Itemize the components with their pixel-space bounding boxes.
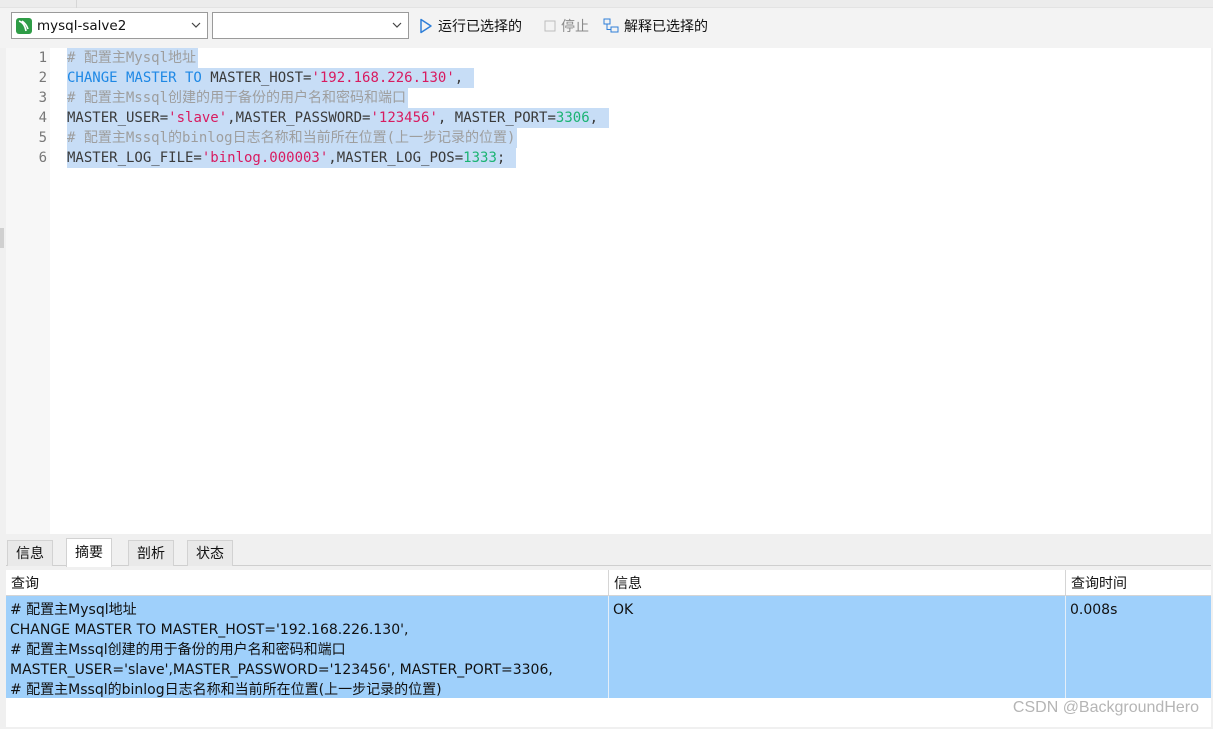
tab-profile[interactable]: 剖析 bbox=[128, 540, 174, 566]
code-token: '192.168.226.130' bbox=[311, 70, 455, 86]
stop-icon bbox=[544, 20, 556, 32]
code-line: CHANGE MASTER TO MASTER_HOST='192.168.22… bbox=[67, 68, 474, 88]
query-cell[interactable]: # 配置主Mysql地址 CHANGE MASTER TO MASTER_HOS… bbox=[6, 596, 609, 698]
line-number: 4 bbox=[38, 110, 47, 126]
code-token: MASTER_LOG_FILE= bbox=[67, 150, 202, 166]
code-token: '123456' bbox=[370, 110, 438, 126]
time-value: 0.008s bbox=[1070, 602, 1118, 618]
chevron-down-icon bbox=[191, 22, 201, 28]
info-cell[interactable]: OK bbox=[609, 596, 1066, 698]
connection-select-value: mysql-salve2 bbox=[37, 17, 127, 34]
code-token: MASTER_HOST= bbox=[210, 70, 312, 86]
connection-select[interactable]: mysql-salve2 bbox=[11, 12, 208, 39]
code-token: ,MASTER_PASSWORD= bbox=[227, 110, 371, 126]
line-number: 5 bbox=[38, 130, 47, 146]
column-header-info[interactable]: 信息 bbox=[609, 570, 1066, 596]
query-line: CHANGE MASTER TO MASTER_HOST='192.168.22… bbox=[10, 622, 409, 638]
table-row[interactable]: # 配置主Mysql地址 CHANGE MASTER TO MASTER_HOS… bbox=[6, 596, 1211, 698]
query-line: MASTER_USER='slave',MASTER_PASSWORD='123… bbox=[10, 662, 553, 678]
sql-editor[interactable]: 1 2 3 4 5 6 # 配置主Mysql地址 CHANGE MASTER T… bbox=[6, 48, 1211, 534]
code-token: # 配置主Mssql的binlog日志名称和当前所在位置(上一步记录的位置) bbox=[67, 130, 516, 146]
explain-tree-icon bbox=[603, 18, 619, 33]
play-icon bbox=[420, 18, 432, 34]
database-select[interactable] bbox=[212, 12, 409, 39]
code-line: MASTER_USER='slave',MASTER_PASSWORD='123… bbox=[67, 108, 609, 128]
code-line: # 配置主Mssql创建的用于备份的用户名和密码和端口 bbox=[67, 88, 408, 108]
watermark: CSDN @BackgroundHero bbox=[1012, 699, 1199, 716]
code-token: , bbox=[589, 110, 607, 126]
explain-selected-button[interactable]: 解释已选择的 bbox=[603, 16, 708, 36]
line-number-gutter: 1 2 3 4 5 6 bbox=[6, 48, 50, 534]
column-header-query[interactable]: 查询 bbox=[6, 570, 609, 596]
code-token: 3306 bbox=[555, 110, 590, 126]
code-token: # 配置主Mssql创建的用于备份的用户名和密码和端口 bbox=[67, 90, 406, 106]
code-token: CHANGE MASTER TO bbox=[67, 70, 211, 86]
query-line: # 配置主Mssql创建的用于备份的用户名和密码和端口 bbox=[10, 642, 346, 658]
column-header-time[interactable]: 查询时间 bbox=[1066, 570, 1211, 596]
result-tab-bar: 信息 摘要 剖析 状态 bbox=[6, 538, 1211, 567]
line-number: 6 bbox=[38, 150, 47, 166]
query-toolbar: mysql-salve2 运行已选择的 停止 解释已选择的 bbox=[0, 0, 1213, 48]
code-token: # 配置主Mysql地址 bbox=[67, 50, 197, 66]
code-token: ,MASTER_LOG_POS= bbox=[328, 150, 464, 166]
info-value: OK bbox=[613, 602, 634, 618]
line-number: 3 bbox=[38, 90, 47, 106]
code-token: , MASTER_PORT= bbox=[437, 110, 556, 126]
stop-button[interactable]: 停止 bbox=[544, 16, 589, 36]
mysql-connection-icon bbox=[16, 17, 32, 34]
tab-info[interactable]: 信息 bbox=[7, 540, 53, 566]
time-cell[interactable]: 0.008s bbox=[1066, 596, 1211, 698]
code-line: # 配置主Mssql的binlog日志名称和当前所在位置(上一步记录的位置) bbox=[67, 128, 518, 148]
code-token: , bbox=[454, 70, 472, 86]
explain-selected-label: 解释已选择的 bbox=[624, 19, 708, 35]
run-selected-button[interactable]: 运行已选择的 bbox=[419, 16, 522, 36]
line-number: 1 bbox=[38, 50, 47, 66]
grid-header: 查询 信息 查询时间 bbox=[6, 570, 1211, 596]
run-selected-label: 运行已选择的 bbox=[438, 19, 522, 35]
line-number: 2 bbox=[38, 70, 47, 86]
tab-status[interactable]: 状态 bbox=[187, 540, 233, 566]
code-token: ; bbox=[496, 150, 514, 166]
chevron-down-icon bbox=[392, 22, 402, 28]
code-line: # 配置主Mysql地址 bbox=[67, 48, 199, 68]
code-token: 1333 bbox=[463, 150, 497, 166]
tab-summary[interactable]: 摘要 bbox=[66, 538, 112, 567]
splitter-handle[interactable] bbox=[0, 228, 4, 248]
query-line: # 配置主Mssql的binlog日志名称和当前所在位置(上一步记录的位置) bbox=[10, 682, 442, 698]
query-line: # 配置主Mysql地址 bbox=[10, 602, 137, 618]
code-token: MASTER_USER= bbox=[67, 110, 169, 126]
top-divider bbox=[0, 0, 1213, 8]
code-line: MASTER_LOG_FILE='binlog.000003',MASTER_L… bbox=[67, 148, 516, 168]
code-token: 'slave' bbox=[168, 110, 228, 126]
stop-label: 停止 bbox=[561, 19, 589, 35]
code-token: 'binlog.000003' bbox=[201, 150, 329, 166]
